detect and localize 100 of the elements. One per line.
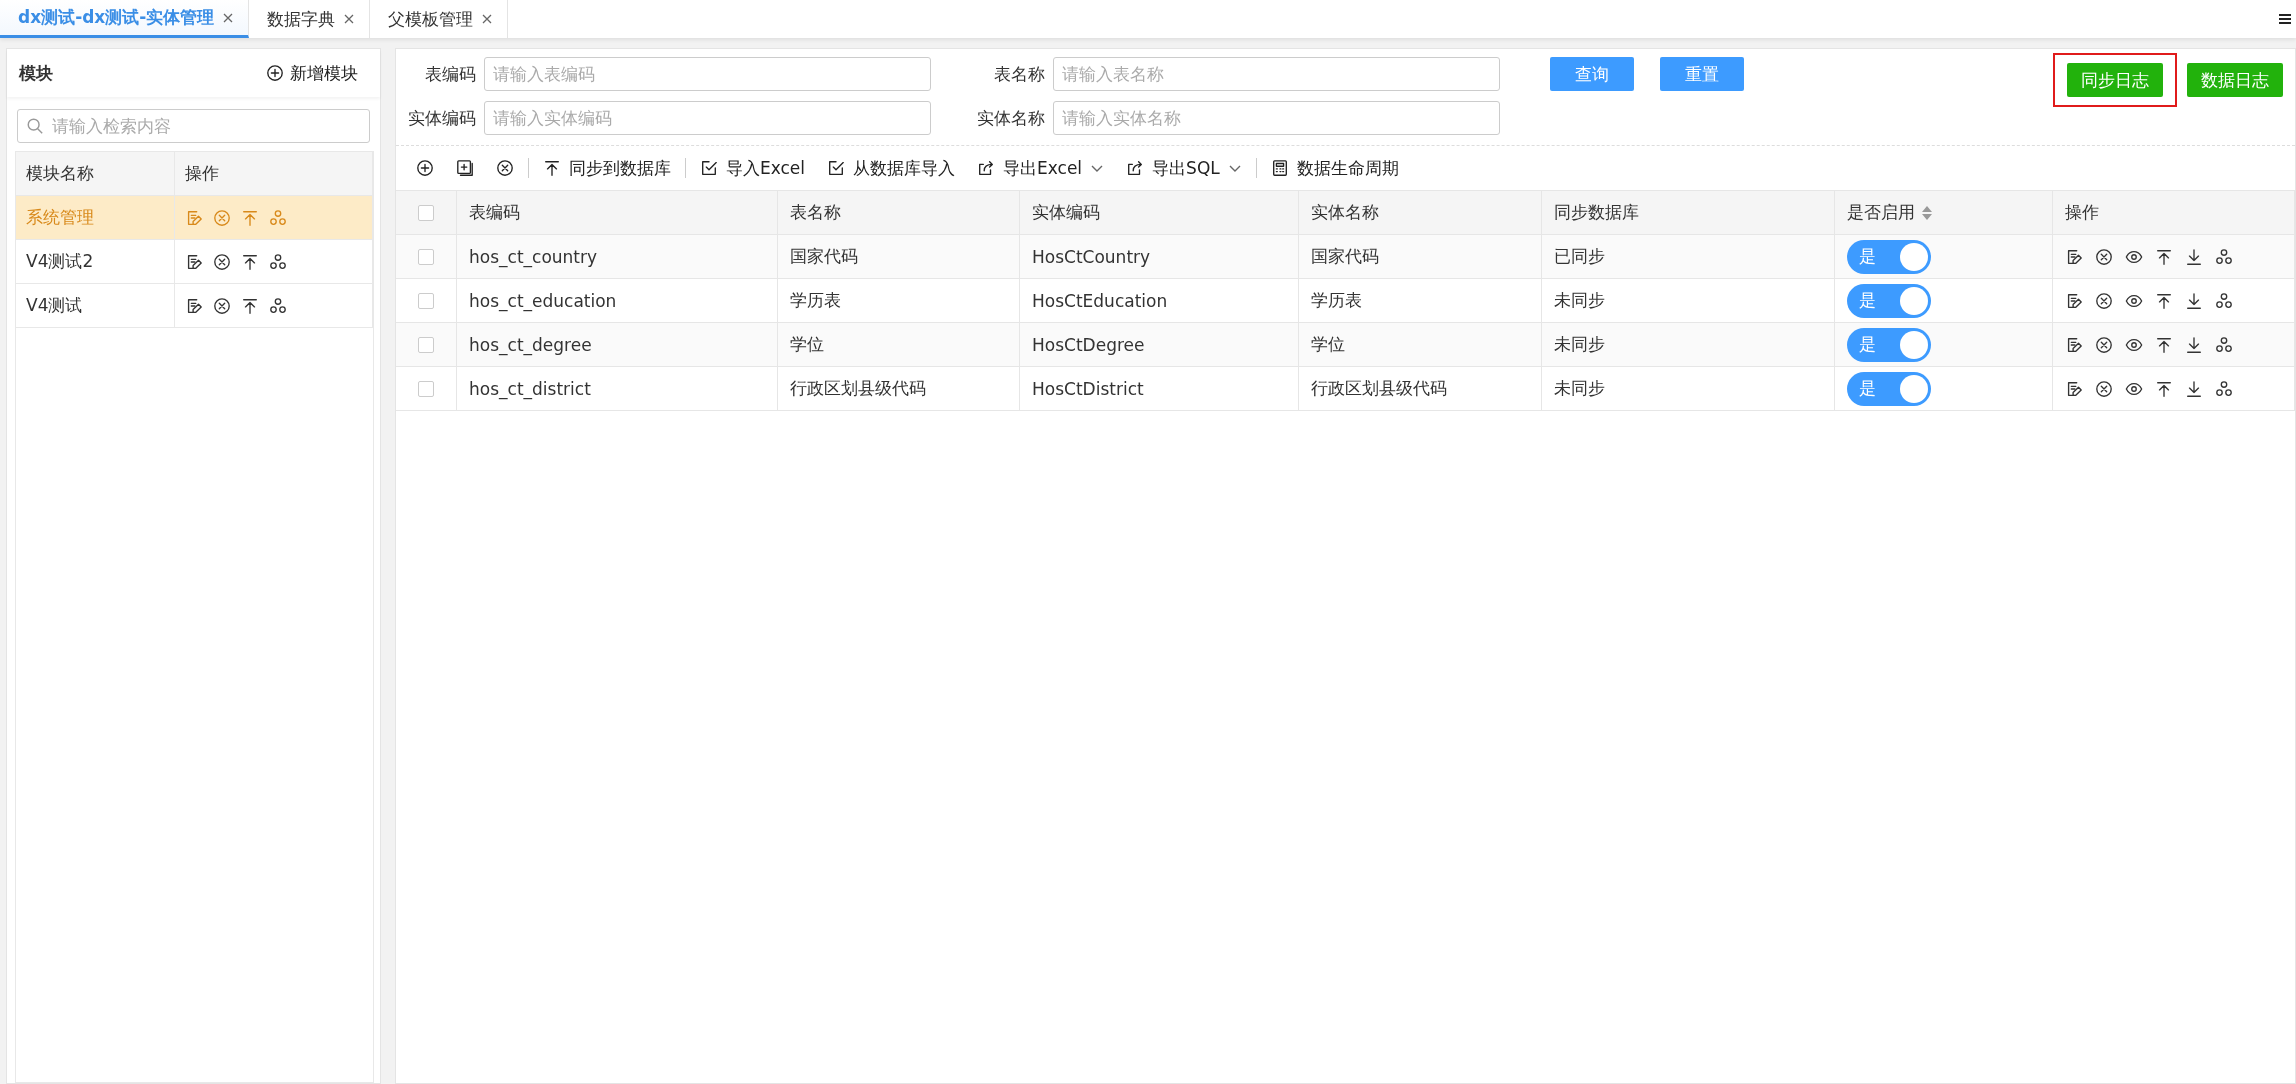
search-field[interactable]: 请输入检索内容 bbox=[17, 109, 370, 143]
table-cell: 未同步 bbox=[1554, 289, 1605, 312]
checkbox[interactable] bbox=[418, 204, 434, 221]
upload-icon[interactable] bbox=[2155, 247, 2173, 266]
delete-icon[interactable] bbox=[213, 252, 231, 271]
table-cell: HosCtEducation bbox=[1032, 290, 1168, 311]
table-cell: 学位 bbox=[1311, 333, 1345, 356]
export-icon[interactable] bbox=[977, 159, 996, 177]
three-circles-icon[interactable] bbox=[2215, 291, 2233, 310]
field-label: 表编码 bbox=[424, 62, 476, 86]
table-cell: hos_ct_degree bbox=[469, 334, 592, 355]
table-cell: 国家代码 bbox=[1311, 245, 1379, 268]
upload-icon[interactable] bbox=[2155, 379, 2173, 398]
copy-add-icon[interactable] bbox=[456, 159, 474, 177]
close-icon[interactable] bbox=[222, 11, 235, 24]
delete-icon[interactable] bbox=[2095, 335, 2113, 354]
close-icon[interactable] bbox=[343, 13, 356, 25]
delete-icon[interactable] bbox=[496, 159, 514, 177]
table-cell: 未同步 bbox=[1554, 333, 1605, 356]
column-header: 操作 bbox=[2053, 191, 2295, 234]
toolbar-button[interactable]: 从数据库导入 bbox=[819, 156, 964, 180]
column-header: 是否启用 bbox=[1835, 191, 2053, 234]
column-header: 模块名称 bbox=[16, 152, 175, 195]
delete-icon[interactable] bbox=[213, 296, 231, 315]
download-icon[interactable] bbox=[2185, 247, 2203, 266]
toolbar-button[interactable]: 同步到数据库 bbox=[535, 156, 679, 180]
edit-icon[interactable] bbox=[185, 252, 203, 271]
edit-icon[interactable] bbox=[2065, 247, 2083, 266]
column-header: 实体编码 bbox=[1020, 191, 1299, 234]
export-icon[interactable] bbox=[1126, 159, 1145, 177]
input-field[interactable]: 请输入实体编码 bbox=[484, 101, 931, 135]
table-cell: V4测试2 bbox=[16, 240, 175, 283]
table-cell: 行政区划县级代码 bbox=[790, 377, 926, 400]
upload-icon[interactable] bbox=[543, 159, 561, 177]
tab[interactable]: 数据字典 bbox=[249, 0, 371, 38]
table-cell: 系统管理 bbox=[16, 196, 175, 239]
column-header: 操作 bbox=[175, 152, 373, 195]
upload-icon[interactable] bbox=[241, 296, 259, 315]
table-cell: V4测试 bbox=[16, 284, 175, 327]
three-circles-icon[interactable] bbox=[2215, 335, 2233, 354]
panel-title: 模块 bbox=[19, 61, 53, 85]
tab[interactable]: 父模板管理 bbox=[370, 0, 509, 38]
upload-icon[interactable] bbox=[241, 252, 259, 271]
checkbox[interactable] bbox=[418, 248, 434, 265]
table-cell: HosCtDistrict bbox=[1032, 378, 1144, 399]
module-row[interactable]: V4测试2 bbox=[16, 240, 373, 284]
delete-icon[interactable] bbox=[2095, 379, 2113, 398]
edit-icon[interactable] bbox=[2065, 291, 2083, 310]
table-cell: 行政区划县级代码 bbox=[1311, 377, 1447, 400]
upload-icon[interactable] bbox=[2155, 335, 2173, 354]
toolbar-button[interactable]: 数据生命周期 bbox=[1262, 156, 1407, 180]
column-header: 表名称 bbox=[778, 191, 1020, 234]
upload-icon[interactable] bbox=[2155, 291, 2173, 310]
checkbox[interactable] bbox=[418, 292, 434, 309]
three-circles-icon[interactable] bbox=[2215, 247, 2233, 266]
three-circles-icon[interactable] bbox=[2215, 379, 2233, 398]
table-cell: 已同步 bbox=[1554, 245, 1605, 268]
table-cell: 学位 bbox=[790, 333, 824, 356]
download-icon[interactable] bbox=[2185, 379, 2203, 398]
table-cell: hos_ct_district bbox=[469, 378, 591, 399]
table-cell: hos_ct_country bbox=[469, 246, 598, 267]
search-icon bbox=[26, 117, 44, 135]
checkbox[interactable] bbox=[418, 336, 434, 353]
edit-check-icon[interactable] bbox=[700, 159, 718, 177]
add-module-button[interactable]: 新增模块 bbox=[260, 60, 364, 86]
toolbar-button[interactable]: 导入Excel bbox=[692, 156, 814, 180]
table-cell: 未同步 bbox=[1554, 377, 1605, 400]
table-cell: HosCtDegree bbox=[1032, 334, 1145, 355]
toolbar-button[interactable]: 导出Excel bbox=[969, 156, 1113, 180]
input-field[interactable]: 请输入实体名称 bbox=[1053, 101, 1500, 135]
input-field[interactable]: 请输入表名称 bbox=[1053, 57, 1500, 91]
checkbox[interactable] bbox=[418, 380, 434, 397]
three-circles-icon[interactable] bbox=[269, 252, 287, 271]
edit-icon[interactable] bbox=[2065, 335, 2083, 354]
column-header: 同步数据库 bbox=[1542, 191, 1835, 234]
table-cell: HosCtCountry bbox=[1032, 246, 1151, 267]
delete-icon[interactable] bbox=[2095, 291, 2113, 310]
calculator-icon[interactable] bbox=[1270, 159, 1289, 177]
delete-icon[interactable] bbox=[2095, 247, 2113, 266]
three-circles-icon[interactable] bbox=[269, 296, 287, 315]
column-header: 实体名称 bbox=[1299, 191, 1542, 234]
field-label: 实体名称 bbox=[976, 106, 1045, 130]
column-header: 表编码 bbox=[457, 191, 778, 234]
edit-icon[interactable] bbox=[2065, 379, 2083, 398]
input-field[interactable]: 请输入表编码 bbox=[484, 57, 931, 91]
add-icon[interactable] bbox=[416, 159, 434, 177]
field-label: 实体编码 bbox=[407, 106, 476, 130]
sort-icon[interactable] bbox=[1921, 204, 1933, 221]
menu-icon[interactable] bbox=[2278, 12, 2292, 26]
table-cell: 学历表 bbox=[1311, 289, 1362, 312]
edit-icon[interactable] bbox=[185, 296, 203, 315]
module-row[interactable]: V4测试 bbox=[16, 284, 373, 328]
table-cell: hos_ct_education bbox=[469, 290, 617, 311]
close-icon[interactable] bbox=[481, 13, 494, 25]
field-label: 表名称 bbox=[993, 62, 1045, 86]
download-icon[interactable] bbox=[2185, 291, 2203, 310]
toolbar-button[interactable]: 导出SQL bbox=[1118, 156, 1250, 180]
add-icon[interactable] bbox=[266, 64, 284, 82]
download-icon[interactable] bbox=[2185, 335, 2203, 354]
edit-check-icon[interactable] bbox=[827, 159, 846, 177]
